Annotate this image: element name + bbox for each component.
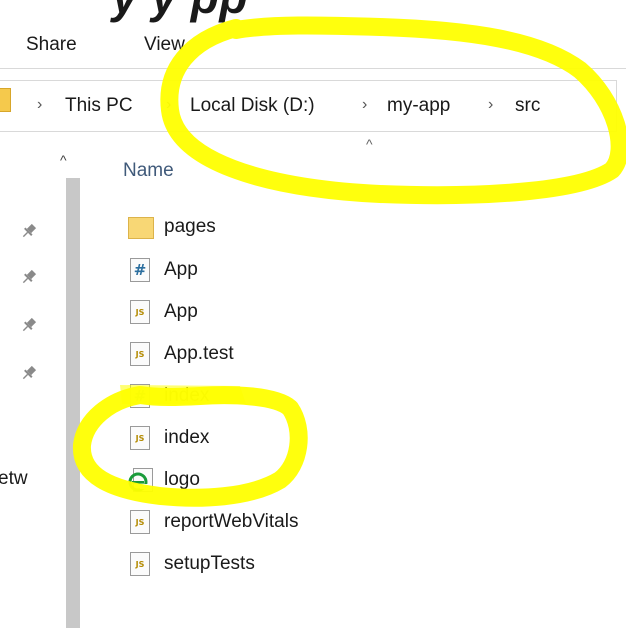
- css-file-icon: #: [128, 384, 152, 408]
- pin-icon[interactable]: [20, 364, 38, 387]
- page-heading: y y pp: [112, 0, 248, 24]
- nav-item-network[interactable]: etw: [0, 468, 28, 490]
- file-row[interactable]: JS index: [118, 421, 438, 457]
- file-row[interactable]: JS reportWebVitals: [118, 505, 438, 541]
- breadcrumb-src[interactable]: src: [515, 95, 540, 117]
- ribbon-divider: [0, 68, 626, 69]
- folder-icon: [128, 215, 154, 239]
- pin-icon[interactable]: [20, 316, 38, 339]
- file-name: setupTests: [164, 553, 255, 574]
- file-name: logo: [164, 469, 200, 490]
- file-name: index: [164, 385, 210, 406]
- column-header-name[interactable]: Name: [123, 160, 174, 182]
- file-row[interactable]: JS setupTests: [118, 547, 438, 583]
- breadcrumb-my-app[interactable]: my-app: [387, 95, 450, 117]
- breadcrumb-separator-icon: ›: [37, 96, 43, 113]
- file-name: pages: [164, 216, 216, 237]
- pin-icon[interactable]: [20, 268, 38, 291]
- js-file-icon: JS: [128, 510, 152, 534]
- css-file-icon: #: [128, 258, 152, 282]
- breadcrumb-separator-icon[interactable]: ›: [166, 96, 171, 114]
- js-file-icon: JS: [128, 552, 152, 576]
- breadcrumb-this-pc[interactable]: This PC: [65, 95, 133, 117]
- svg-edge-file-icon: [128, 468, 153, 492]
- scroll-up-arrow-icon[interactable]: ^: [60, 152, 67, 168]
- file-row[interactable]: logo: [118, 463, 438, 499]
- file-name: App.test: [164, 343, 234, 364]
- ribbon-tab-share[interactable]: Share: [26, 34, 77, 56]
- file-name: App: [164, 259, 198, 280]
- js-file-icon: JS: [128, 300, 152, 324]
- file-row[interactable]: pages: [118, 210, 438, 246]
- sort-ascending-icon: ^: [366, 136, 373, 152]
- breadcrumb-separator-icon[interactable]: ›: [362, 96, 367, 114]
- breadcrumb-local-disk[interactable]: Local Disk (D:): [190, 95, 315, 117]
- file-explorer-window: y y pp Share View › This PC › Local Disk…: [0, 0, 626, 628]
- pin-icon[interactable]: [20, 222, 38, 245]
- nav-pane-scrollbar[interactable]: [66, 178, 80, 628]
- js-file-icon: JS: [128, 342, 152, 366]
- file-row[interactable]: # index: [118, 379, 438, 415]
- breadcrumb-separator-icon[interactable]: ›: [488, 96, 493, 114]
- file-name: index: [164, 427, 210, 448]
- file-row[interactable]: # App: [118, 253, 438, 289]
- file-name: App: [164, 301, 198, 322]
- folder-icon: [0, 88, 11, 112]
- ribbon-tab-view[interactable]: View: [144, 34, 185, 56]
- file-row[interactable]: JS App: [118, 295, 438, 331]
- file-name: reportWebVitals: [164, 511, 299, 532]
- js-file-icon: JS: [128, 426, 152, 450]
- file-row[interactable]: JS App.test: [118, 337, 438, 373]
